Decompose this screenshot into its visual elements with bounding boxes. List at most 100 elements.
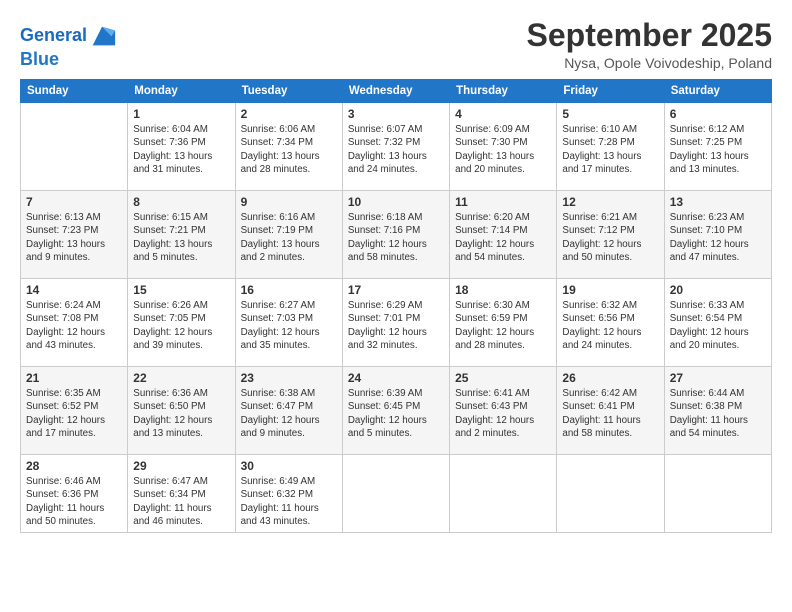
calendar-cell: 26Sunrise: 6:42 AMSunset: 6:41 PMDayligh… [557,367,664,455]
header-wednesday: Wednesday [342,80,449,103]
cell-content: Sunrise: 6:12 AMSunset: 7:25 PMDaylight:… [670,123,766,176]
calendar-cell: 18Sunrise: 6:30 AMSunset: 6:59 PMDayligh… [450,279,557,367]
cell-content: Sunrise: 6:39 AMSunset: 6:45 PMDaylight:… [348,387,444,440]
day-number: 28 [26,459,122,473]
cell-content: Sunrise: 6:13 AMSunset: 7:23 PMDaylight:… [26,211,122,264]
calendar-week-row: 28 Sunrise: 6:46 AMSunset: 6:36 PMDayligh… [21,455,772,533]
calendar-subtitle: Nysa, Opole Voivodeship, Poland [527,55,772,71]
calendar-cell: 27 Sunrise: 6:44 AMSunset: 6:38 PMDayligh… [664,367,771,455]
calendar-header: Sunday Monday Tuesday Wednesday Thursday… [21,80,772,103]
cell-content: Sunrise: 6:41 AMSunset: 6:43 PMDaylight:… [455,387,551,440]
calendar-cell: 5 Sunrise: 6:10 AMSunset: 7:28 PMDaylight… [557,103,664,191]
calendar-title: September 2025 [527,18,772,53]
calendar-cell: 3 Sunrise: 6:07 AMSunset: 7:32 PMDaylight… [342,103,449,191]
day-number: 3 [348,107,444,121]
cell-content: Sunrise: 6:44 AMSunset: 6:38 PMDaylight:… [670,387,766,440]
calendar-page: General Blue September 2025 Nysa, Opole … [0,0,792,612]
cell-content: Sunrise: 6:04 AMSunset: 7:36 PMDaylight:… [133,123,229,176]
cell-content: Sunrise: 6:38 AMSunset: 6:47 PMDaylight:… [241,387,337,440]
cell-content: Sunrise: 6:21 AMSunset: 7:12 PMDaylight:… [562,211,658,264]
calendar-cell: 10 Sunrise: 6:18 AMSunset: 7:16 PMDayligh… [342,191,449,279]
calendar-cell [342,455,449,533]
calendar-cell: 4 Sunrise: 6:09 AMSunset: 7:30 PMDaylight… [450,103,557,191]
day-number: 23 [241,371,337,385]
header-saturday: Saturday [664,80,771,103]
cell-content: Sunrise: 6:09 AMSunset: 7:30 PMDaylight:… [455,123,551,176]
calendar-cell: 6 Sunrise: 6:12 AMSunset: 7:25 PMDaylight… [664,103,771,191]
calendar-cell [557,455,664,533]
day-number: 22 [133,371,229,385]
calendar-cell: 9 Sunrise: 6:16 AMSunset: 7:19 PMDaylight… [235,191,342,279]
calendar-cell: 24 Sunrise: 6:39 AMSunset: 6:45 PMDayligh… [342,367,449,455]
logo: General Blue [20,22,117,70]
day-number: 9 [241,195,337,209]
cell-content: Sunrise: 6:06 AMSunset: 7:34 PMDaylight:… [241,123,337,176]
calendar-cell [664,455,771,533]
header-sunday: Sunday [21,80,128,103]
calendar-cell: 17Sunrise: 6:29 AMSunset: 7:01 PMDayligh… [342,279,449,367]
calendar-cell: 29 Sunrise: 6:47 AMSunset: 6:34 PMDayligh… [128,455,235,533]
day-number: 6 [670,107,766,121]
calendar-cell: 2Sunrise: 6:06 AMSunset: 7:34 PMDaylight… [235,103,342,191]
calendar-cell [450,455,557,533]
day-number: 19 [562,283,658,297]
logo-text-general: General [20,26,87,46]
cell-content: Sunrise: 6:47 AMSunset: 6:34 PMDaylight:… [133,475,229,528]
cell-content: Sunrise: 6:18 AMSunset: 7:16 PMDaylight:… [348,211,444,264]
header-thursday: Thursday [450,80,557,103]
cell-content: Sunrise: 6:33 AMSunset: 6:54 PMDaylight:… [670,299,766,352]
cell-content: Sunrise: 6:49 AMSunset: 6:32 PMDaylight:… [241,475,337,528]
cell-content: Sunrise: 6:07 AMSunset: 7:32 PMDaylight:… [348,123,444,176]
calendar-cell: 28 Sunrise: 6:46 AMSunset: 6:36 PMDayligh… [21,455,128,533]
day-number: 27 [670,371,766,385]
calendar-cell: 21 Sunrise: 6:35 AMSunset: 6:52 PMDayligh… [21,367,128,455]
day-number: 13 [670,195,766,209]
day-number: 1 [133,107,229,121]
cell-content: Sunrise: 6:46 AMSunset: 6:36 PMDaylight:… [26,475,122,528]
day-number: 16 [241,283,337,297]
cell-content: Sunrise: 6:10 AMSunset: 7:28 PMDaylight:… [562,123,658,176]
cell-content: Sunrise: 6:30 AMSunset: 6:59 PMDaylight:… [455,299,551,352]
header-monday: Monday [128,80,235,103]
calendar-week-row: 21 Sunrise: 6:35 AMSunset: 6:52 PMDayligh… [21,367,772,455]
day-number: 29 [133,459,229,473]
calendar-week-row: 14 Sunrise: 6:24 AMSunset: 7:08 PMDayligh… [21,279,772,367]
cell-content: Sunrise: 6:20 AMSunset: 7:14 PMDaylight:… [455,211,551,264]
header-row: Sunday Monday Tuesday Wednesday Thursday… [21,80,772,103]
day-number: 10 [348,195,444,209]
calendar-cell: 1 Sunrise: 6:04 AMSunset: 7:36 PMDaylight… [128,103,235,191]
calendar-cell: 14 Sunrise: 6:24 AMSunset: 7:08 PMDayligh… [21,279,128,367]
calendar-cell: 30Sunrise: 6:49 AMSunset: 6:32 PMDayligh… [235,455,342,533]
calendar-cell: 25Sunrise: 6:41 AMSunset: 6:43 PMDayligh… [450,367,557,455]
calendar-cell: 22 Sunrise: 6:36 AMSunset: 6:50 PMDayligh… [128,367,235,455]
day-number: 8 [133,195,229,209]
calendar-cell: 12 Sunrise: 6:21 AMSunset: 7:12 PMDayligh… [557,191,664,279]
day-number: 24 [348,371,444,385]
calendar-cell: 7Sunrise: 6:13 AMSunset: 7:23 PMDaylight… [21,191,128,279]
day-number: 20 [670,283,766,297]
calendar-cell: 23 Sunrise: 6:38 AMSunset: 6:47 PMDayligh… [235,367,342,455]
cell-content: Sunrise: 6:24 AMSunset: 7:08 PMDaylight:… [26,299,122,352]
calendar-body: 1 Sunrise: 6:04 AMSunset: 7:36 PMDaylight… [21,103,772,533]
day-number: 17 [348,283,444,297]
day-number: 4 [455,107,551,121]
day-number: 5 [562,107,658,121]
day-number: 12 [562,195,658,209]
calendar-cell: 11 Sunrise: 6:20 AMSunset: 7:14 PMDayligh… [450,191,557,279]
cell-content: Sunrise: 6:35 AMSunset: 6:52 PMDaylight:… [26,387,122,440]
calendar-week-row: 7Sunrise: 6:13 AMSunset: 7:23 PMDaylight… [21,191,772,279]
calendar-cell: 16Sunrise: 6:27 AMSunset: 7:03 PMDayligh… [235,279,342,367]
calendar-cell: 15Sunrise: 6:26 AMSunset: 7:05 PMDayligh… [128,279,235,367]
cell-content: Sunrise: 6:42 AMSunset: 6:41 PMDaylight:… [562,387,658,440]
logo-icon [89,22,117,50]
calendar-week-row: 1 Sunrise: 6:04 AMSunset: 7:36 PMDaylight… [21,103,772,191]
cell-content: Sunrise: 6:36 AMSunset: 6:50 PMDaylight:… [133,387,229,440]
day-number: 14 [26,283,122,297]
cell-content: Sunrise: 6:16 AMSunset: 7:19 PMDaylight:… [241,211,337,264]
calendar-cell: 20 Sunrise: 6:33 AMSunset: 6:54 PMDayligh… [664,279,771,367]
logo-text-blue: Blue [20,50,117,70]
cell-content: Sunrise: 6:26 AMSunset: 7:05 PMDaylight:… [133,299,229,352]
day-number: 21 [26,371,122,385]
calendar-cell [21,103,128,191]
day-number: 11 [455,195,551,209]
